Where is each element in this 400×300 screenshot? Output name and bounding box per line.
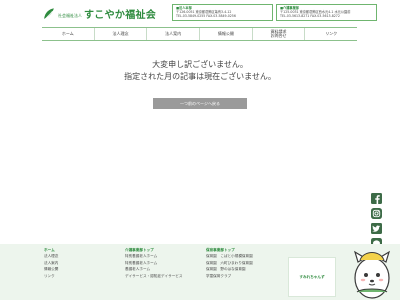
nav-item-disclosure[interactable]: 情報公開: [199, 28, 252, 40]
footer-link[interactable]: 学童保育クラブ: [206, 273, 253, 279]
office-phone: TEL.03-5613-8271 FAX.03-5613-8272: [280, 14, 340, 19]
twitter-icon[interactable]: [371, 223, 382, 234]
nav-item-philosophy[interactable]: 法人理念: [93, 28, 147, 40]
footer-link[interactable]: リンク: [44, 273, 58, 279]
org-name: すこやか福祉会: [84, 10, 157, 21]
nav-item-links[interactable]: リンク: [304, 28, 357, 40]
care-office-info: ■介護事業部 〒125-0031 東京都葛飾区西水元4-1 水元公園前 TEL.…: [276, 4, 377, 21]
office-phone: TEL.03-5849-0255 FAX.03-5849-0256: [176, 14, 236, 19]
instagram-icon[interactable]: [371, 208, 382, 219]
footer-col-care: 介護事業部トップ 特別養護老人ホーム 特別養護老人ホーム 養護老人ホーム デイサ…: [125, 247, 183, 279]
footer-link[interactable]: 法人理念: [44, 253, 58, 259]
footer-col-corporate: ホーム 法人理念 法人案内 情報公開 リンク: [44, 247, 58, 279]
site-footer: ホーム 法人理念 法人案内 情報公開 リンク 介護事業部トップ 特別養護老人ホー…: [0, 244, 400, 300]
leaf-logo-icon: [44, 7, 54, 20]
footer-banner[interactable]: すみれちゃんず: [288, 257, 336, 297]
not-found-detail: 指定された月の記事は現在ございません。: [124, 72, 276, 81]
footer-col-childcare: 保育事業部トップ 保育園 こばと小規模保育園 保育園 六町ひまわり保育園 保育園…: [206, 247, 253, 279]
nav-item-about[interactable]: 法人案内: [146, 28, 199, 40]
main-nav: ホーム 法人理念 法人案内 情報公開 資料請求 お問合せ リンク: [42, 27, 357, 41]
back-button[interactable]: 一つ前のページへ戻る: [153, 98, 247, 109]
facebook-icon[interactable]: [371, 193, 382, 204]
not-found-message: 大変申し訳ございません。: [152, 60, 248, 69]
footer-link[interactable]: 情報公開: [44, 266, 58, 272]
org-type-label: 社会福祉法人: [58, 12, 82, 18]
site-header: 社会福祉法人 すこやか福祉会 ■法人本部 〒126-0051 東京都葛飾区亀有3…: [0, 0, 400, 26]
head-office-info: ■法人本部 〒126-0051 東京都葛飾区亀有3-4-12 TEL.03-58…: [172, 4, 273, 21]
site-logo[interactable]: 社会福祉法人 すこやか福祉会: [42, 6, 156, 21]
footer-link[interactable]: デイサービス・認知症デイサービス: [125, 273, 183, 279]
nav-item-contact[interactable]: 資料請求 お問合せ: [251, 28, 305, 40]
nav-item-home[interactable]: ホーム: [42, 28, 94, 40]
mascot-icon: [353, 250, 391, 299]
footer-link[interactable]: 保育園 こばと小規模保育園: [206, 253, 253, 259]
